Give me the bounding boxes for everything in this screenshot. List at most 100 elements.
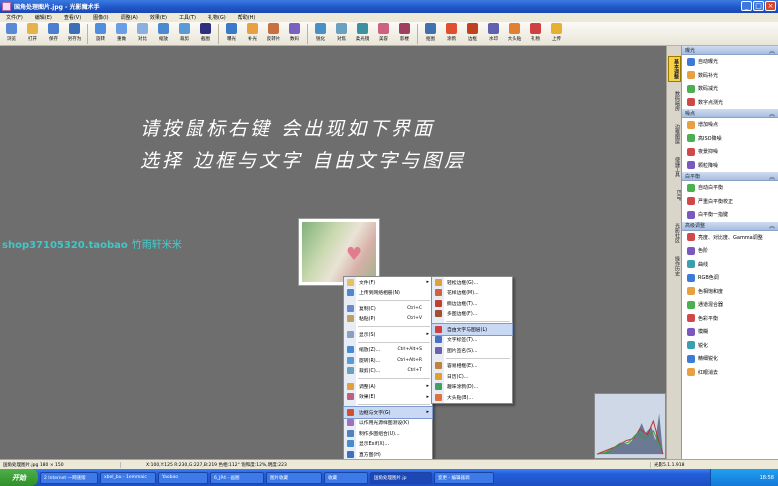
menu-7[interactable]: 礼物(G) bbox=[202, 14, 232, 21]
panel-item[interactable]: 数字点测光 bbox=[682, 96, 778, 110]
panel-item[interactable]: 颗粒降噪 bbox=[682, 159, 778, 173]
panel-section-2[interactable]: 白平衡 ︽ bbox=[682, 172, 778, 181]
collapse-icon[interactable]: ︽ bbox=[769, 46, 775, 55]
toolbar-button-2[interactable]: 保存 bbox=[43, 22, 64, 45]
menu-item[interactable]: 文字标签(T)... bbox=[432, 335, 512, 346]
panel-section-3[interactable]: 高级调整 ︽ bbox=[682, 221, 778, 231]
toolbar-button-11[interactable]: 补光 bbox=[242, 22, 263, 45]
toolbar-button-17[interactable]: 美容 bbox=[373, 22, 394, 45]
menu-item[interactable]: 旋转(R)... Ctrl+Alt+R bbox=[344, 355, 432, 366]
tab-6[interactable]: 操作历史 bbox=[668, 254, 681, 278]
taskbar-item[interactable]: xbel_bu - 1emmaic bbox=[100, 471, 156, 484]
menu-item[interactable]: 调整(A) ▸ bbox=[344, 381, 432, 392]
collapse-icon[interactable]: ︽ bbox=[769, 109, 775, 118]
taskbar-item[interactable]: 2 Internet 一网速版 bbox=[40, 471, 98, 484]
tab-5[interactable]: 光影社区 bbox=[668, 221, 681, 245]
toolbar-button-22[interactable]: 水印 bbox=[483, 22, 504, 45]
maximize-icon[interactable]: □ bbox=[753, 1, 764, 11]
menu-item[interactable]: 大头贴(B)... bbox=[432, 392, 512, 403]
menu-item[interactable]: 以作用光源样图测设(K) bbox=[344, 418, 432, 429]
panel-item[interactable]: RGB色调 bbox=[682, 271, 778, 285]
menu-item[interactable]: 制作多图组合(U)... bbox=[344, 428, 432, 439]
collapse-icon[interactable]: ︽ bbox=[769, 221, 775, 230]
toolbar-button-15[interactable]: 对焦 bbox=[331, 22, 352, 45]
menu-item[interactable]: 显示Exif(X)... bbox=[344, 439, 432, 450]
panel-item[interactable]: 精细锐化 bbox=[682, 352, 778, 366]
start-button[interactable]: 开始 bbox=[0, 469, 38, 486]
panel-item[interactable]: 增加噪点 bbox=[682, 118, 778, 132]
menu-item[interactable]: 裁剪(C)... Ctrl+T bbox=[344, 366, 432, 377]
panel-item[interactable]: 数码补光 bbox=[682, 69, 778, 83]
toolbar-button-20[interactable]: 涂鸦 bbox=[441, 22, 462, 45]
panel-item[interactable]: 白平衡一指键 bbox=[682, 208, 778, 222]
menu-item[interactable]: 直方图(H) bbox=[344, 449, 432, 460]
toolbar-button-16[interactable]: 柔光镜 bbox=[352, 22, 373, 45]
panel-item[interactable]: 严重白平衡校正 bbox=[682, 195, 778, 209]
toolbar-button-4[interactable]: 旋转 bbox=[90, 22, 111, 45]
image-canvas[interactable]: 请按鼠标右键 会出现如下界面 选择 边框与文字 自由文字与图层 shop3710… bbox=[0, 46, 666, 459]
menu-item[interactable]: 日历(C)... bbox=[432, 371, 512, 382]
menu-item[interactable]: 显示(S) ▸ bbox=[344, 329, 432, 340]
taskbar-item[interactable]: 国角处理图片.jp bbox=[370, 471, 432, 484]
toolbar-button-18[interactable]: 影楼 bbox=[394, 22, 415, 45]
panel-item[interactable]: 亮度、对比度、Gamma调整 bbox=[682, 231, 778, 245]
menu-4[interactable]: 调整(A) bbox=[115, 14, 144, 21]
menu-item[interactable]: 花样边框(M)... bbox=[432, 288, 512, 299]
toolbar-button-8[interactable]: 裁剪 bbox=[174, 22, 195, 45]
taskbar-item[interactable]: 变更 - 编辑器调 bbox=[434, 471, 494, 484]
toolbar-button-5[interactable]: 重做 bbox=[111, 22, 132, 45]
toolbar-button-24[interactable]: 礼物 bbox=[525, 22, 546, 45]
toolbar-button-25[interactable]: 上传 bbox=[546, 22, 567, 45]
toolbar-button-13[interactable]: 数码 bbox=[284, 22, 305, 45]
taskbar-item[interactable]: 收藏 bbox=[324, 471, 368, 484]
tab-4[interactable]: EXIF bbox=[668, 188, 681, 203]
toolbar-button-6[interactable]: 对比 bbox=[132, 22, 153, 45]
toolbar-button-7[interactable]: 缩放 bbox=[153, 22, 174, 45]
menu-item[interactable]: 文件(F) ▸ bbox=[344, 277, 432, 288]
panel-item[interactable]: 高ISO降噪 bbox=[682, 132, 778, 146]
panel-item[interactable]: 模糊 bbox=[682, 325, 778, 339]
close-icon[interactable]: × bbox=[765, 1, 776, 11]
taskbar-item[interactable]: 6_JP4 - 画图 bbox=[210, 471, 264, 484]
menu-2[interactable]: 查看(V) bbox=[58, 14, 87, 21]
menu-item[interactable]: 上传到网络相册(N) bbox=[344, 288, 432, 299]
panel-item[interactable]: 色阶 bbox=[682, 244, 778, 258]
menu-item[interactable]: 趣味涂鸦(D)... bbox=[432, 382, 512, 393]
toolbar-button-14[interactable]: 锐化 bbox=[310, 22, 331, 45]
toolbar-button-0[interactable]: 浏览 bbox=[1, 22, 22, 45]
panel-item[interactable]: 通道混合器 bbox=[682, 298, 778, 312]
menu-5[interactable]: 效果(E) bbox=[144, 14, 173, 21]
panel-item[interactable]: 曲线 bbox=[682, 258, 778, 272]
menu-item[interactable]: 轻松边框(G)... bbox=[432, 277, 512, 288]
tab-2[interactable]: 边框图层 bbox=[668, 122, 681, 146]
menu-item[interactable]: 复制(C) Ctrl+C bbox=[344, 303, 432, 314]
taskbar-item[interactable]: 图片收藏 bbox=[266, 471, 322, 484]
menu-item[interactable]: 多图边框(F)... bbox=[432, 309, 512, 320]
toolbar-button-19[interactable]: 抠图 bbox=[420, 22, 441, 45]
menu-1[interactable]: 编辑(E) bbox=[29, 14, 58, 21]
toolbar-button-3[interactable]: 另存为 bbox=[64, 22, 85, 45]
collapse-icon[interactable]: ︽ bbox=[769, 172, 775, 181]
panel-item[interactable]: 红眼消去 bbox=[682, 366, 778, 380]
toolbar-button-12[interactable]: 反转片 bbox=[263, 22, 284, 45]
toolbar-button-9[interactable]: 截图 bbox=[195, 22, 216, 45]
tab-0[interactable]: 基本调整 bbox=[668, 56, 681, 82]
panel-item[interactable]: 锐化 bbox=[682, 339, 778, 353]
taskbar-item[interactable]: Yaobao bbox=[158, 471, 208, 484]
panel-section-1[interactable]: 噪点 ︽ bbox=[682, 109, 778, 118]
tab-3[interactable]: 便捷工具 bbox=[668, 155, 681, 179]
menu-item[interactable]: 图片签名(S)... bbox=[432, 345, 512, 356]
menu-item[interactable]: 缩放(Z)... Ctrl+Alt+S bbox=[344, 345, 432, 356]
menu-0[interactable]: 文件(F) bbox=[0, 14, 29, 21]
panel-item[interactable]: 自动曝光 bbox=[682, 55, 778, 69]
menu-item[interactable]: 撕边边框(T)... bbox=[432, 298, 512, 309]
menu-3[interactable]: 图像(I) bbox=[87, 14, 114, 21]
toolbar-button-1[interactable]: 打开 bbox=[22, 22, 43, 45]
panel-item[interactable]: 色彩平衡 bbox=[682, 312, 778, 326]
toolbar-button-10[interactable]: 曝光 bbox=[221, 22, 242, 45]
panel-section-0[interactable]: 曝光 ︽ bbox=[682, 46, 778, 55]
panel-item[interactable]: 夜景抑噪 bbox=[682, 145, 778, 159]
menu-item[interactable]: 自由文字与图层(L) bbox=[431, 323, 513, 336]
menu-item[interactable]: 粘贴(P) Ctrl+V bbox=[344, 314, 432, 325]
menu-item[interactable]: 效果(E) ▸ bbox=[344, 392, 432, 403]
